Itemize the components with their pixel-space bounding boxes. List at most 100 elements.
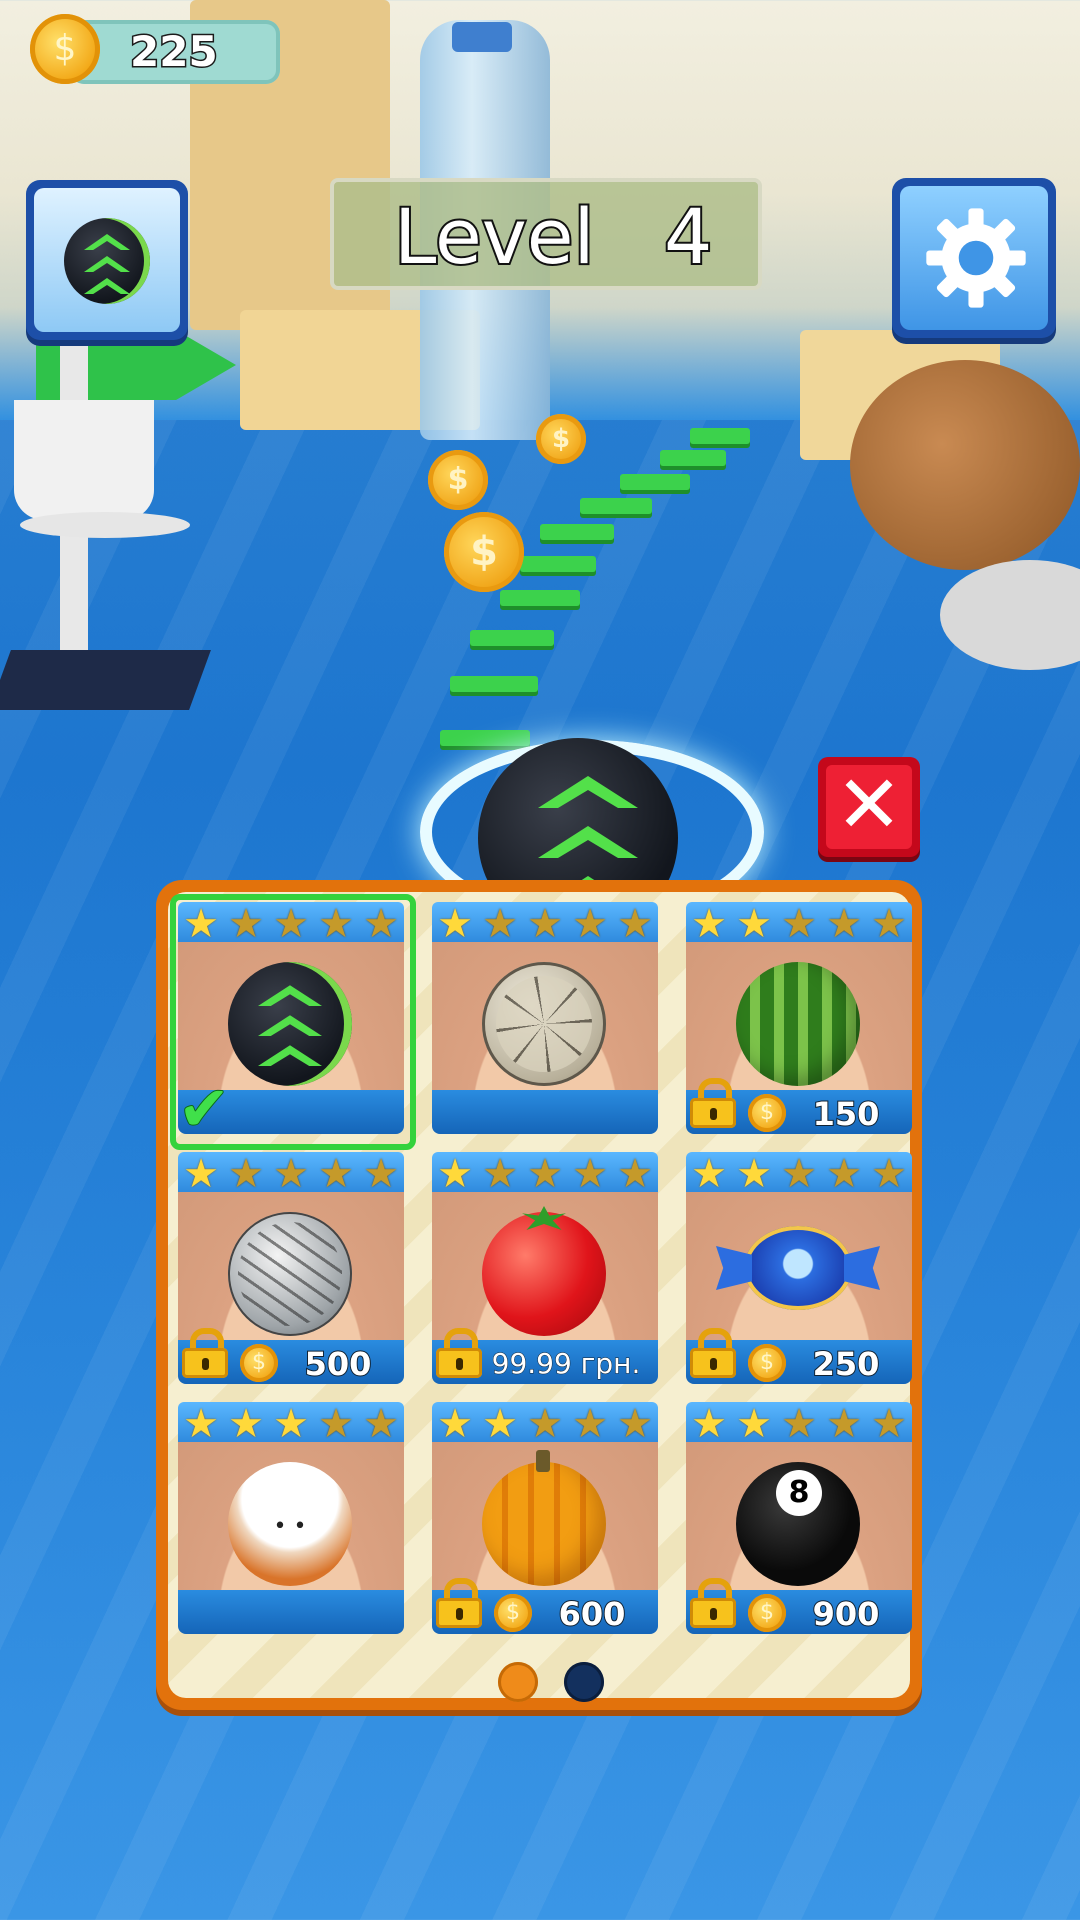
star-rating: ★ ★ ★ ★ ★ — [688, 1404, 910, 1444]
card-footer — [432, 1090, 658, 1134]
track-segment — [690, 428, 750, 444]
lock-keyhole — [710, 1608, 717, 1620]
star-icon: ★ — [228, 1401, 264, 1447]
shop-item-tomato-ball[interactable]: ★ ★ ★ ★ ★ 99.99 грн. — [432, 1152, 658, 1388]
ball-shop-button[interactable] — [26, 180, 188, 340]
lock-icon — [182, 1328, 228, 1378]
price-label: 250 — [812, 1344, 881, 1384]
level-label: Level — [392, 190, 597, 283]
coin-icon: $ — [428, 450, 488, 510]
lock-keyhole — [202, 1358, 209, 1370]
pumpkin-ball — [482, 1450, 606, 1586]
eight-ball — [736, 1462, 860, 1586]
track-segment — [470, 630, 554, 646]
page-indicator — [498, 1662, 618, 1706]
star-icon: ★ — [826, 901, 862, 947]
shop-panel-inner: ★ ★ ★ ★ ★ ✔ ★ ★ ★ ★ ★ ★ ★ ★ ★ ★ $150 ★ ★ ★ ★ ★ $500 ★ ★ ★ ★ ★ 99.99 … — [168, 892, 912, 1702]
lock-keyhole — [456, 1608, 463, 1620]
page-dot-active[interactable] — [498, 1662, 538, 1702]
star-icon: ★ — [826, 1151, 862, 1197]
ball-shop-button-face — [34, 188, 180, 332]
coin-icon: $ — [240, 1344, 278, 1382]
star-icon: ★ — [183, 1151, 219, 1197]
star-icon: ★ — [482, 901, 518, 947]
star-icon: ★ — [736, 1151, 772, 1197]
ball-shop-panel: ★ ★ ★ ★ ★ ✔ ★ ★ ★ ★ ★ ★ ★ ★ ★ ★ $150 ★ ★ ★ ★ ★ $500 ★ ★ ★ ★ ★ 99.99 … — [156, 880, 922, 1710]
coin-count: 225 — [129, 26, 220, 78]
shop-item-pumpkin-ball[interactable]: ★ ★ ★ ★ ★ $600 — [432, 1402, 658, 1638]
lock-icon — [690, 1578, 736, 1628]
coin-icon: $ — [30, 14, 100, 84]
star-icon: ★ — [273, 1401, 309, 1447]
star-rating: ★ ★ ★ ★ ★ — [180, 1154, 402, 1194]
star-rating: ★ ★ ★ ★ ★ — [434, 1154, 656, 1194]
track-segment — [520, 556, 596, 572]
lock-keyhole — [710, 1358, 717, 1370]
star-icon: ★ — [691, 901, 727, 947]
settings-button-face — [900, 186, 1048, 330]
star-icon: ★ — [781, 1151, 817, 1197]
shop-item-stone-ball[interactable]: ★ ★ ★ ★ ★ — [432, 902, 658, 1138]
star-rating: ★ ★ ★ ★ ★ — [434, 1404, 656, 1444]
coin-icon: $ — [444, 512, 524, 592]
lock-icon — [436, 1578, 482, 1628]
star-icon: ★ — [781, 1401, 817, 1447]
shop-item-candy-ball[interactable]: ★ ★ ★ ★ ★ $250 — [686, 1152, 912, 1388]
price-label: 600 — [558, 1594, 627, 1634]
track-segment — [440, 730, 530, 746]
track-segment — [540, 524, 614, 540]
star-icon: ★ — [617, 901, 653, 947]
star-rating: ★ ★ ★ ★ ★ — [180, 1404, 402, 1444]
settings-button[interactable] — [892, 178, 1056, 338]
coin-icon: $ — [494, 1594, 532, 1632]
star-rating: ★ ★ ★ ★ ★ — [688, 904, 910, 944]
tomato-ball — [482, 1212, 606, 1336]
star-icon: ★ — [273, 1151, 309, 1197]
track-segment — [660, 450, 726, 466]
level-number: 4 — [662, 190, 714, 283]
star-icon: ★ — [572, 1151, 608, 1197]
star-icon: ★ — [318, 1401, 354, 1447]
star-icon: ★ — [572, 1401, 608, 1447]
checkmark-icon: ✔ — [177, 1071, 231, 1146]
shop-item-steel-ball[interactable]: ★ ★ ★ ★ ★ $500 — [178, 1152, 404, 1388]
star-icon: ★ — [482, 1401, 518, 1447]
coconut — [850, 360, 1080, 570]
star-icon: ★ — [183, 1401, 219, 1447]
lock-keyhole — [456, 1358, 463, 1370]
track-segment — [620, 474, 690, 490]
track-segment — [500, 590, 580, 606]
star-icon: ★ — [527, 901, 563, 947]
lock-icon — [690, 1328, 736, 1378]
star-icon: ★ — [691, 1151, 727, 1197]
star-rating: ★ ★ ★ ★ ★ — [688, 1154, 910, 1194]
coin-icon: $ — [748, 1094, 786, 1132]
star-icon: ★ — [572, 901, 608, 947]
star-icon: ★ — [318, 1151, 354, 1197]
candy-ball — [744, 1226, 852, 1310]
lock-keyhole — [710, 1108, 717, 1120]
shop-item-green-chevron-ball[interactable]: ★ ★ ★ ★ ★ ✔ — [170, 894, 416, 1150]
close-shop-button[interactable]: ✕ — [818, 757, 920, 857]
shop-item-watermelon-ball[interactable]: ★ ★ ★ ★ ★ $150 — [686, 902, 912, 1138]
lock-icon — [690, 1078, 736, 1128]
price-label: 150 — [812, 1094, 881, 1134]
star-icon: ★ — [437, 901, 473, 947]
star-icon: ★ — [691, 1401, 727, 1447]
shop-item-eight-ball[interactable]: ★★★★★$900 — [686, 1402, 912, 1638]
star-icon: ★ — [482, 1151, 518, 1197]
coin-counter: $ 225 — [30, 14, 280, 84]
star-icon: ★ — [781, 901, 817, 947]
star-icon: ★ — [871, 1401, 907, 1447]
shop-item-hamster-ball[interactable]: ★ ★ ★ ★ ★ — [178, 1402, 404, 1638]
star-icon: ★ — [617, 1151, 653, 1197]
track-segment — [580, 498, 652, 514]
price-label: 99.99 грн. — [491, 1347, 641, 1381]
close-icon: ✕ — [835, 758, 903, 851]
page-dot[interactable] — [564, 1662, 604, 1702]
bottle-cap — [452, 22, 512, 52]
card-footer — [178, 1590, 404, 1634]
star-icon: ★ — [437, 1401, 473, 1447]
price-label: 900 — [812, 1594, 881, 1634]
star-icon: ★ — [527, 1151, 563, 1197]
